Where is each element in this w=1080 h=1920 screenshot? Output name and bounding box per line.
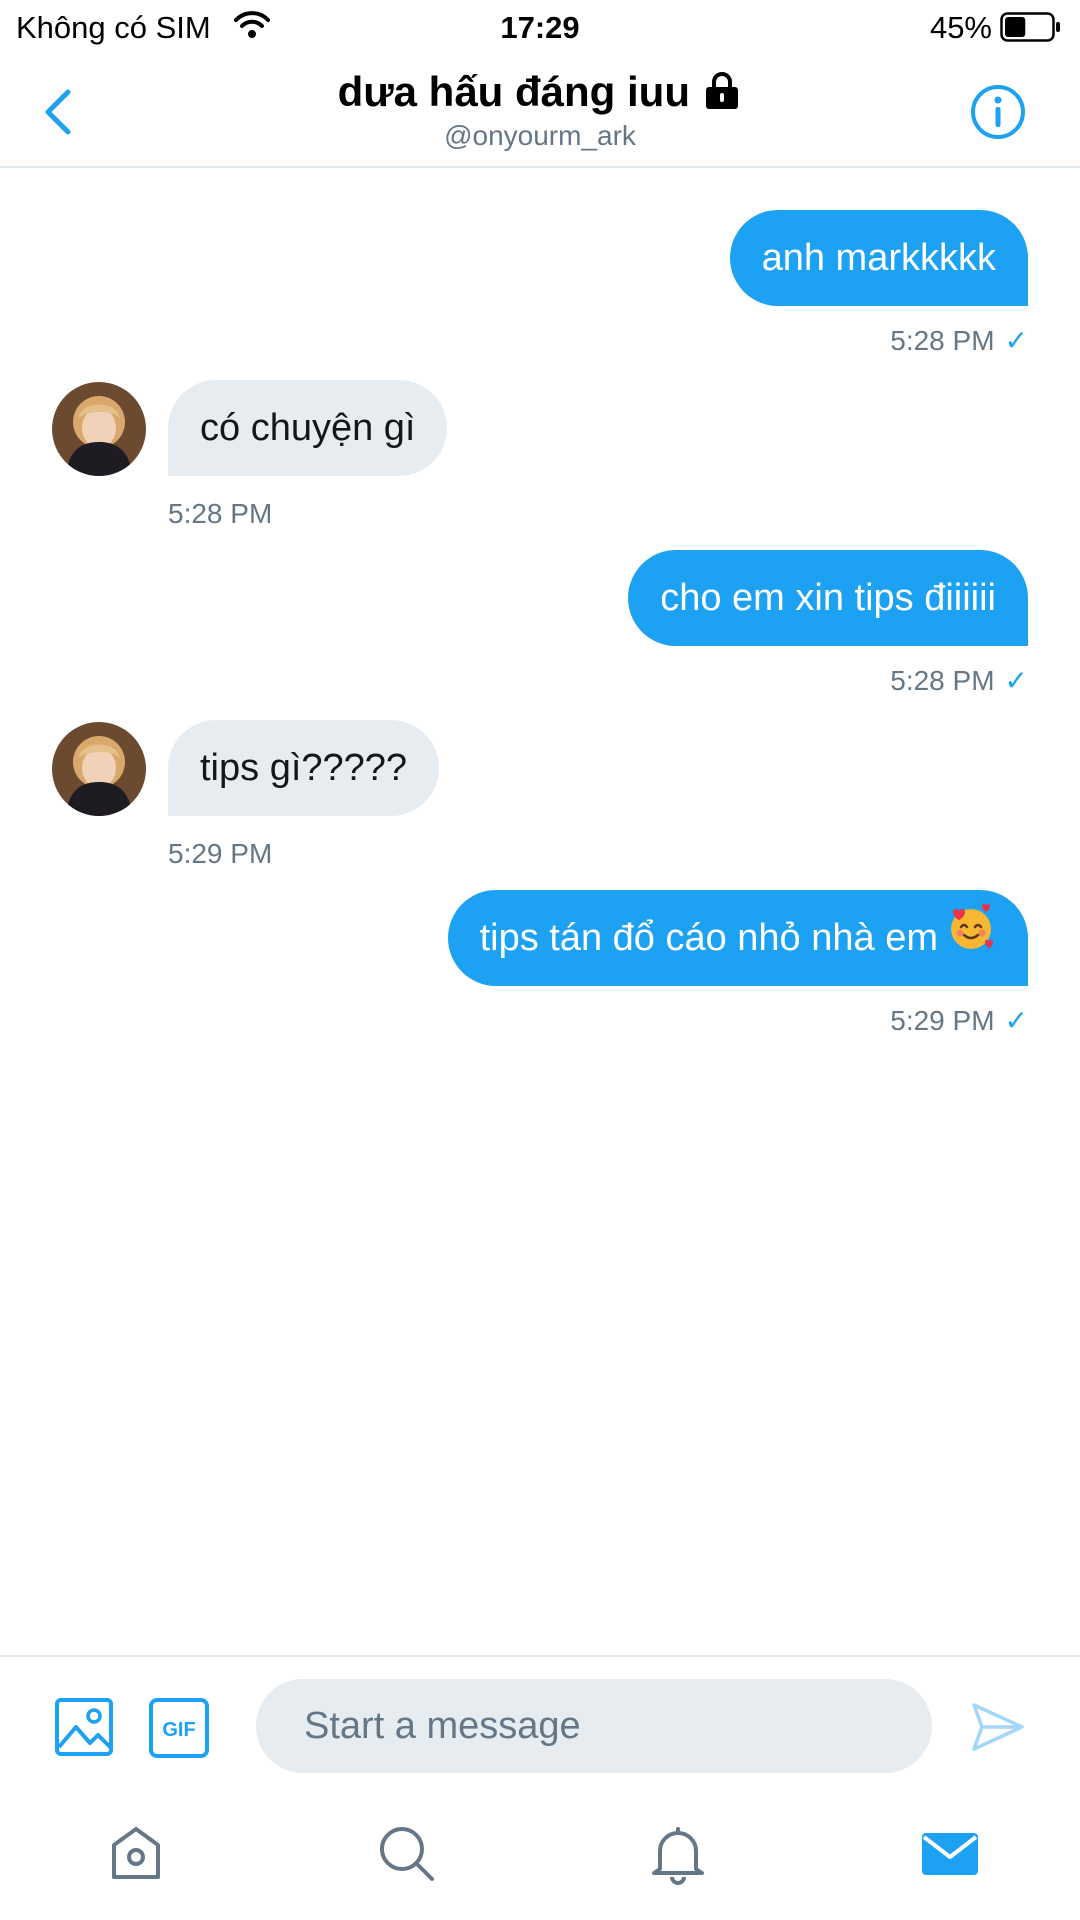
- battery-percent: 45%: [929, 10, 992, 45]
- search-icon: [380, 1827, 434, 1881]
- send-icon: [972, 1703, 1024, 1751]
- send-button[interactable]: [968, 1697, 1028, 1757]
- messages-icon: [922, 1833, 978, 1875]
- conversation-title: dưa hấu đáng iuu: [337, 68, 690, 115]
- sent-check-icon: ✓: [1004, 665, 1028, 696]
- sent-check-icon: ✓: [1004, 1005, 1028, 1036]
- message-composer: GIF: [0, 1655, 1080, 1797]
- message-bubble[interactable]: anh markkkkk: [729, 210, 1028, 306]
- tab-messages[interactable]: [918, 1821, 982, 1885]
- message-bubble[interactable]: có chuyện gì: [168, 380, 448, 476]
- status-time: 17:29: [500, 10, 580, 45]
- message-text: có chuyện gì: [200, 407, 416, 449]
- home-icon: [112, 1827, 160, 1879]
- image-icon: [55, 1698, 113, 1756]
- gif-icon: GIF: [149, 1698, 209, 1758]
- conversation-title-block[interactable]: dưa hấu đáng iuu @onyourm_ark: [0, 68, 1080, 152]
- smiling-face-with-hearts-icon: [946, 892, 996, 988]
- message-text: cho em xin tips điiiiii: [660, 577, 996, 619]
- message-timestamp: 5:28 PM: [168, 498, 273, 529]
- tab-search[interactable]: [374, 1821, 438, 1885]
- message-timestamp: 5:29 PM: [168, 838, 273, 869]
- message-timestamp: 5:28 PM ✓: [890, 325, 1028, 356]
- message-text: tips gì?????: [200, 747, 408, 789]
- message-input[interactable]: [256, 1679, 932, 1773]
- conversation-handle: @onyourm_ark: [444, 120, 636, 151]
- tab-bar: [0, 1795, 1080, 1920]
- battery-icon: [1000, 12, 1062, 47]
- info-button[interactable]: [968, 82, 1028, 142]
- message-bubble[interactable]: tips tán đổ cáo nhỏ nhà em: [447, 890, 1028, 988]
- message-list[interactable]: anh markkkkk 5:28 PM ✓ có chuyện gì 5:28 …: [0, 168, 1080, 1648]
- message-text: anh markkkkk: [761, 237, 996, 279]
- tab-home[interactable]: [104, 1821, 168, 1885]
- notifications-icon: [652, 1827, 704, 1885]
- message-timestamp: 5:29 PM ✓: [890, 1005, 1028, 1036]
- status-bar: Không có SIM 17:29 45%: [0, 0, 1080, 60]
- avatar[interactable]: [52, 722, 146, 816]
- info-icon: [971, 85, 1025, 139]
- message-bubble[interactable]: tips gì?????: [168, 720, 440, 816]
- gif-button[interactable]: GIF: [148, 1697, 210, 1759]
- avatar[interactable]: [52, 382, 146, 476]
- sent-check-icon: ✓: [1004, 325, 1028, 356]
- tab-notifications[interactable]: [646, 1821, 710, 1885]
- gif-label: GIF: [162, 1719, 195, 1741]
- message-timestamp: 5:28 PM ✓: [890, 665, 1028, 696]
- add-media-button[interactable]: [54, 1697, 114, 1757]
- message-text: tips tán đổ cáo nhỏ nhà em: [479, 917, 938, 959]
- message-bubble[interactable]: cho em xin tips điiiiii: [628, 550, 1028, 646]
- lock-icon: [702, 70, 742, 115]
- conversation-header: dưa hấu đáng iuu @onyourm_ark: [0, 60, 1080, 168]
